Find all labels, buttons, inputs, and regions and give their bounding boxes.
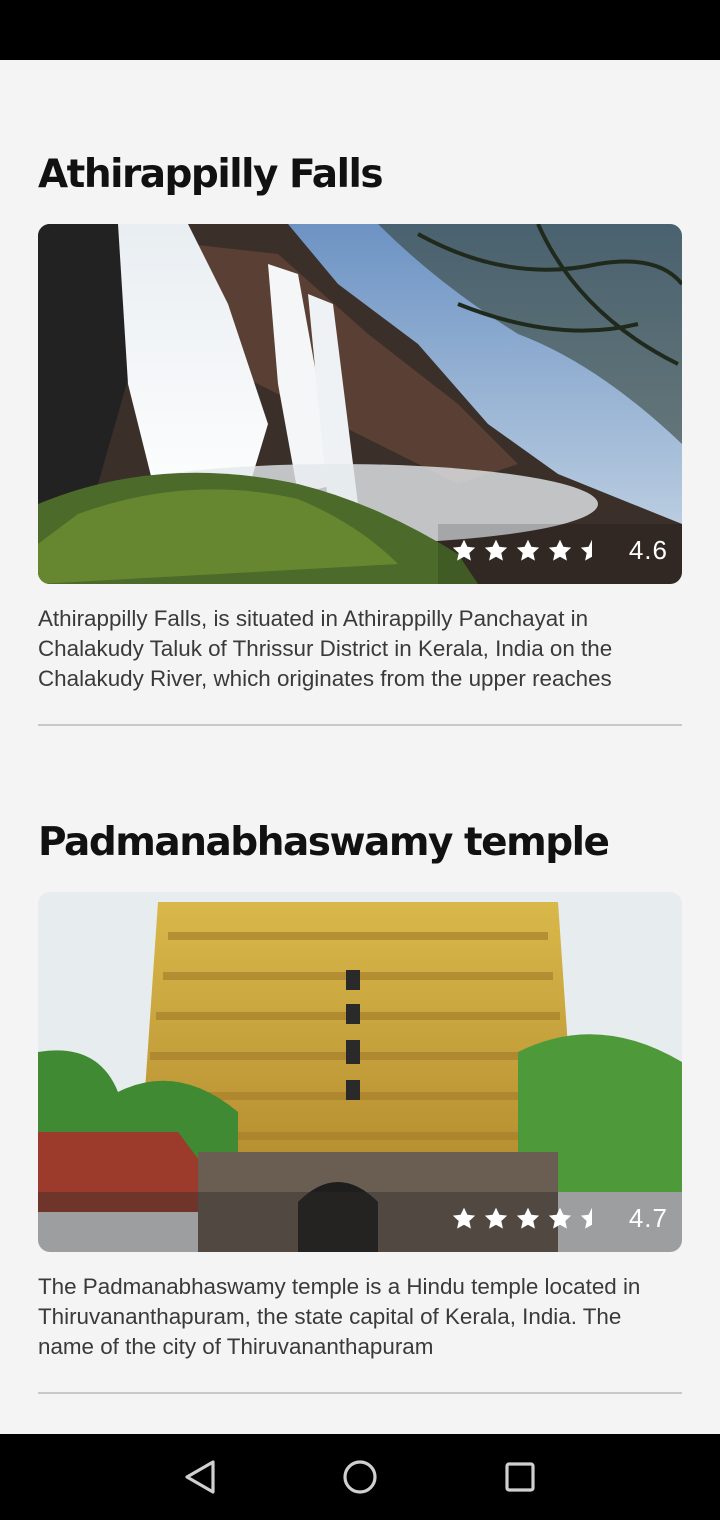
star-half-icon: [580, 539, 592, 561]
rating: 4.6: [451, 535, 668, 566]
place-image-waterfall[interactable]: 4.6: [38, 224, 682, 584]
temple-photo: [38, 892, 682, 1252]
star-full-icon: [452, 539, 476, 561]
rating-value: 4.7: [628, 1203, 668, 1233]
rating-value: 4.6: [628, 535, 668, 565]
rating: 4.7: [451, 1203, 668, 1234]
star-full-icon: [516, 1207, 540, 1229]
navigation-bar: [0, 1434, 720, 1520]
place-image-temple[interactable]: 4.7: [38, 892, 682, 1252]
back-triangle-icon: [185, 1460, 215, 1494]
star-full-icon: [548, 1207, 572, 1229]
recents-button[interactable]: [497, 1454, 543, 1500]
waterfall-photo: [38, 224, 682, 584]
star-full-icon: [548, 539, 572, 561]
place-title: Padmanabhaswamy temple: [38, 820, 610, 865]
star-full-icon: [516, 539, 540, 561]
star-half-icon: [580, 1207, 592, 1229]
recents-square-icon: [505, 1462, 535, 1492]
places-list[interactable]: Athirappilly Falls 4.6 Athirappilly Fall…: [0, 60, 720, 1434]
home-circle-icon: [343, 1460, 377, 1494]
rating-stars: [451, 1206, 605, 1232]
home-button[interactable]: [337, 1454, 383, 1500]
place-title: Athirappilly Falls: [38, 152, 384, 197]
place-description: The Padmanabhaswamy temple is a Hindu te…: [38, 1274, 641, 1359]
place-description: Athirappilly Falls, is situated in Athir…: [38, 606, 613, 691]
divider: [38, 724, 682, 726]
rating-stars: [451, 538, 605, 564]
star-full-icon: [452, 1207, 476, 1229]
star-full-icon: [484, 1207, 508, 1229]
back-button[interactable]: [177, 1454, 223, 1500]
status-bar: [0, 0, 720, 60]
star-full-icon: [484, 539, 508, 561]
divider: [38, 1392, 682, 1394]
